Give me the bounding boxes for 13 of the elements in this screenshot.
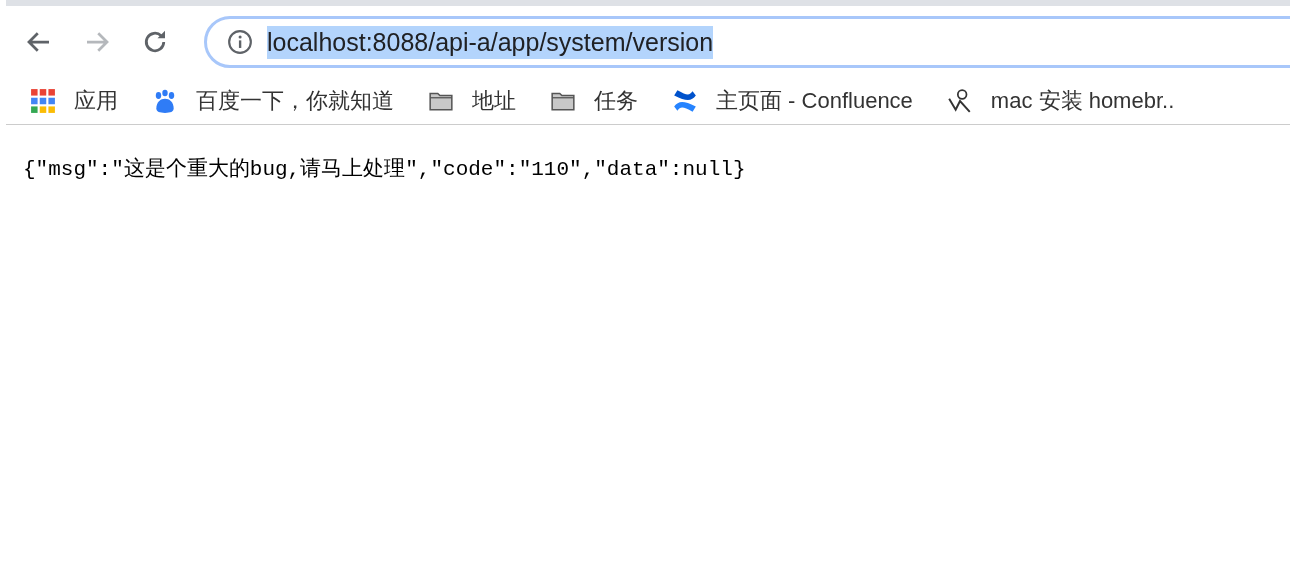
apps-grid-icon <box>30 88 56 114</box>
bookmark[interactable]: 百度一下，你就知道 <box>152 86 394 116</box>
bookmark[interactable]: 任务 <box>550 86 638 116</box>
bookmark[interactable]: mac 安装 homebr.. <box>946 86 1175 116</box>
bookmark[interactable]: 主页面 - Confluence <box>672 86 913 116</box>
bookmark[interactable]: 地址 <box>428 86 516 116</box>
bookmark[interactable]: 应用 <box>30 86 118 116</box>
address-bar[interactable]: localhost:8088/api-a/app/system/version <box>204 16 1290 68</box>
figure-icon <box>946 88 973 114</box>
confluence-icon <box>672 88 698 114</box>
json-response-text: {"msg":"这是个重大的bug,请马上处理","code":"110","data":null} <box>23 156 746 182</box>
info-icon[interactable] <box>227 29 253 55</box>
url-text: localhost:8088/api-a/app/system/version <box>267 25 714 59</box>
